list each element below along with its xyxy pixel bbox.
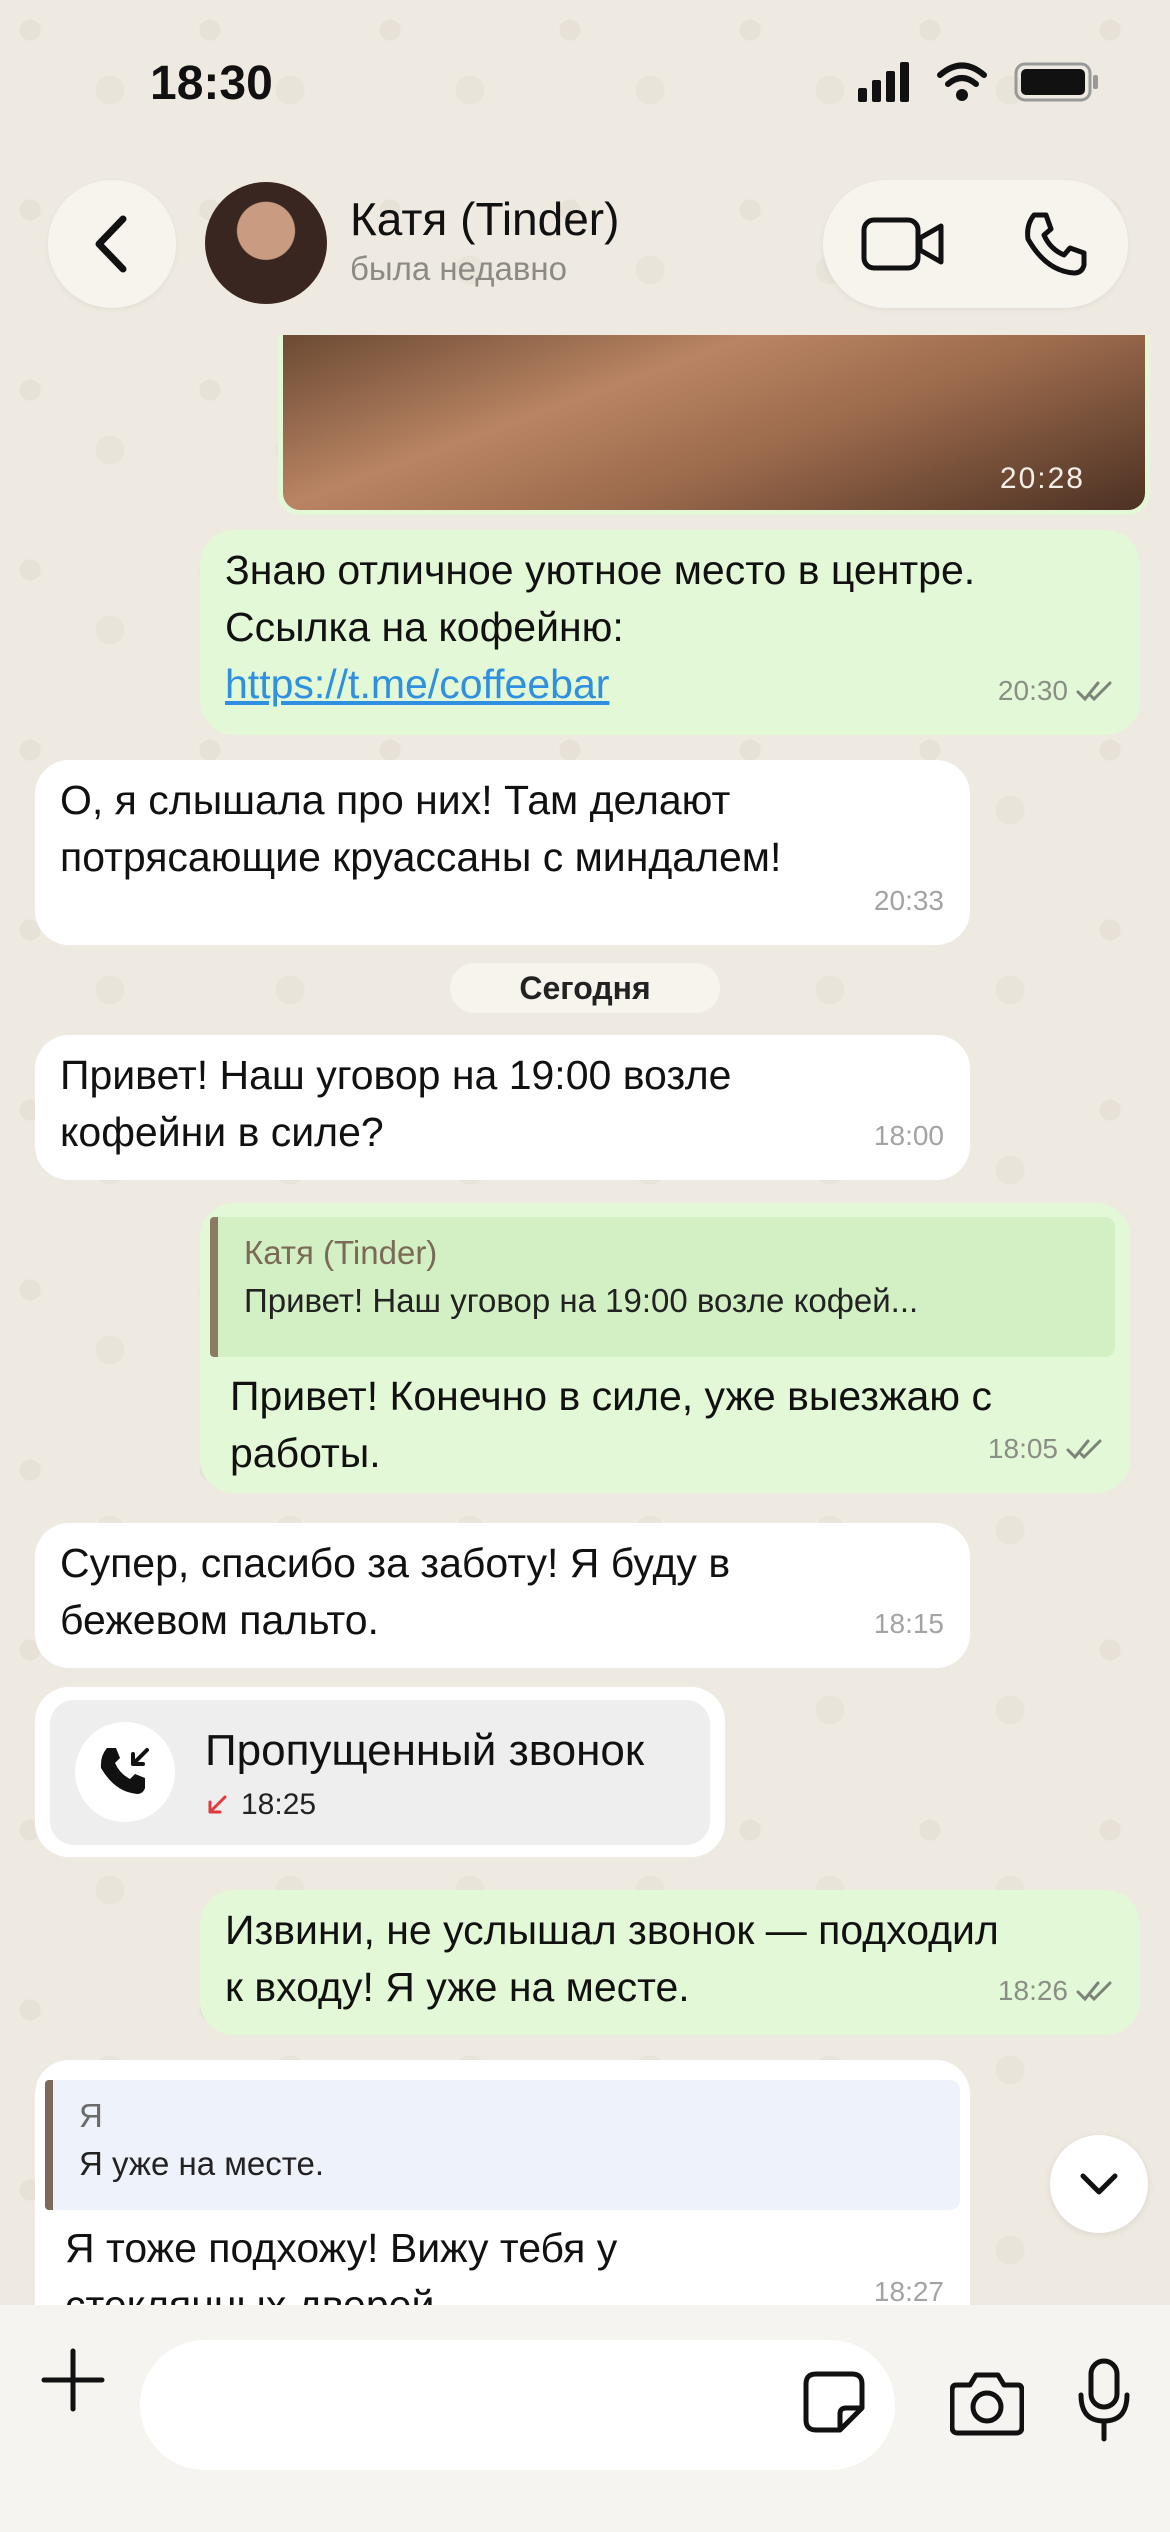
message-meta: 20:33 — [874, 872, 944, 929]
status-time: 18:30 — [150, 57, 273, 110]
attach-plus-icon[interactable] — [40, 2347, 106, 2413]
missed-call-meta: 18:25 — [205, 1788, 316, 1822]
message-text-line: Ссылка на кофейню: — [225, 604, 624, 650]
reply-author: Я — [79, 2097, 103, 2134]
message-meta: 18:00 — [874, 1107, 944, 1164]
message-text-line: Извини, не услышал звонок — подходил — [225, 1907, 999, 1953]
back-button[interactable] — [48, 180, 176, 308]
incoming-message[interactable]: Супер, спасибо за заботу! Я буду в бежев… — [35, 1523, 970, 1668]
message-body: Привет! Конечно в силе, уже выезжаю с ра… — [230, 1368, 992, 1482]
missed-arrow-icon — [208, 1795, 227, 1814]
message-text-line: кофейни в силе? — [60, 1109, 384, 1155]
incoming-message[interactable]: Привет! Наш уговор на 19:00 возле кофейн… — [35, 1035, 970, 1180]
message-text-line: О, я слышала про них! Там делают — [60, 777, 731, 823]
double-check-icon — [1076, 1981, 1112, 2001]
chevron-down-icon — [1080, 2173, 1118, 2195]
scroll-to-bottom-button[interactable] — [1050, 2135, 1148, 2233]
avatar[interactable] — [205, 182, 327, 304]
message-time: 20:30 — [997, 675, 1068, 706]
message-meta: 18:15 — [874, 1595, 944, 1652]
message-meta: 18:27 — [874, 2263, 944, 2305]
message-time: 18:00 — [873, 1120, 944, 1151]
reply-text: Привет! Наш уговор на 19:00 возле кофей.… — [244, 1282, 919, 1319]
message-text-line: работы. — [230, 1430, 381, 1476]
message-text-line: потрясающие круассаны с миндалем! — [60, 834, 782, 880]
message-time: 20:33 — [873, 885, 944, 916]
message-meta: 20:30 — [998, 662, 1114, 719]
double-check-icon — [1076, 681, 1112, 701]
missed-call-title: Пропущенный звонок — [205, 1726, 645, 1775]
composer-bar — [0, 2305, 1170, 2532]
chat-header: Катя (Tinder) была недавно — [0, 170, 1170, 335]
message-body: Я тоже подхожу! Вижу тебя у стеклянных д… — [65, 2220, 617, 2305]
missed-call-icon-badge — [75, 1722, 175, 1822]
message-text-line: Я тоже подхожу! Вижу тебя у — [65, 2225, 618, 2271]
photo-message[interactable]: 20:28 — [278, 335, 1150, 515]
status-icons — [858, 62, 1100, 102]
microphone-icon[interactable] — [1075, 2357, 1133, 2443]
reply-quote[interactable]: Катя (Tinder) Привет! Наш уговор на 19:0… — [210, 1217, 1115, 1357]
message-meta: 18:26 — [998, 1962, 1114, 2019]
outgoing-message[interactable]: Катя (Tinder) Привет! Наш уговор на 19:0… — [200, 1203, 1130, 1493]
contact-name[interactable]: Катя (Tinder) — [350, 192, 619, 246]
reply-bar — [210, 1217, 218, 1357]
missed-call-time: 18:25 — [241, 1788, 317, 1821]
voice-call-icon[interactable] — [1020, 209, 1090, 279]
reply-author: Катя (Tinder) — [244, 1234, 438, 1271]
contact-status: была недавно — [350, 250, 567, 287]
photo-timestamp: 20:28 — [999, 462, 1085, 495]
outgoing-message[interactable]: Извини, не услышал звонок — подходил к в… — [200, 1890, 1140, 2035]
message-time: 18:15 — [873, 1608, 944, 1639]
cellular-signal-icon — [858, 62, 909, 102]
sticker-icon[interactable] — [802, 2370, 866, 2434]
double-check-icon — [1066, 1439, 1102, 1459]
message-text-line: Знаю отличное уютное место в центре. — [225, 547, 976, 593]
message-text-line: бежевом пальто. — [60, 1597, 379, 1643]
battery-icon — [1014, 62, 1098, 102]
status-bar: 18:30 — [0, 0, 1170, 170]
date-divider: Сегодня — [450, 963, 720, 1013]
video-call-icon[interactable] — [861, 214, 945, 274]
chevron-left-icon — [95, 215, 127, 273]
message-text-line: Привет! Конечно в силе, уже выезжаю с — [230, 1373, 992, 1419]
message-text-line: стеклянных дверей — [65, 2282, 435, 2305]
message-input[interactable] — [140, 2340, 895, 2470]
message-meta: 18:05 — [988, 1420, 1104, 1477]
incoming-call-icon — [100, 1748, 149, 1794]
message-time: 18:27 — [873, 2276, 944, 2305]
message-time: 18:05 — [987, 1433, 1058, 1464]
reply-quote[interactable]: Я Я уже на месте. — [45, 2080, 960, 2210]
reply-bar — [45, 2080, 53, 2210]
message-text-line: Супер, спасибо за заботу! Я буду в — [60, 1540, 731, 1586]
message-text-line: Привет! Наш уговор на 19:00 возле — [60, 1052, 732, 1098]
missed-call-card[interactable]: Пропущенный звонок 18:25 — [50, 1700, 710, 1845]
reply-text: Я уже на месте. — [79, 2145, 325, 2182]
incoming-message[interactable]: О, я слышала про них! Там делают потряса… — [35, 760, 970, 945]
outgoing-message[interactable]: Знаю отличное уютное место в центре. Ссы… — [200, 530, 1140, 735]
call-actions — [823, 180, 1128, 308]
message-list[interactable]: 20:28 Знаю отличное уютное место в центр… — [0, 335, 1170, 2305]
message-time: 18:26 — [997, 1975, 1068, 2006]
wifi-icon — [937, 62, 987, 101]
camera-icon[interactable] — [950, 2367, 1024, 2437]
incoming-message[interactable]: Я Я уже на месте. Я тоже подхожу! Вижу т… — [35, 2060, 970, 2305]
